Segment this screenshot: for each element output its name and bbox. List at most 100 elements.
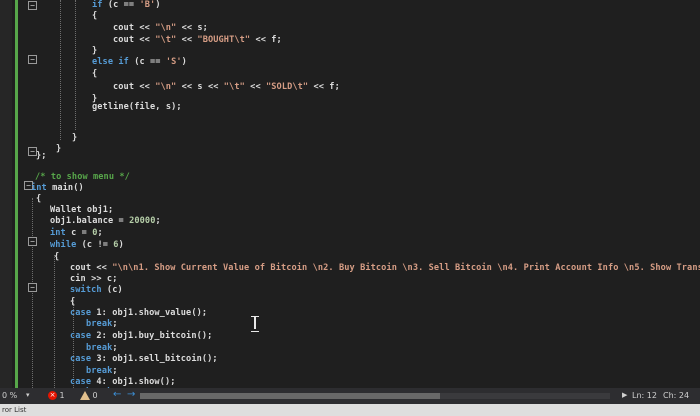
code-token: }: [92, 46, 98, 56]
code-token: (c ==: [102, 0, 140, 10]
error-circle-icon: ×: [48, 391, 57, 400]
zoom-level[interactable]: 0 %: [2, 391, 17, 400]
error-count: 1: [59, 391, 65, 400]
code-token: "\n": [155, 23, 177, 33]
code-token: 20000: [129, 216, 156, 226]
code-token: 4: obj1.show();: [91, 377, 176, 387]
code-line[interactable]: };: [36, 151, 47, 161]
zoom-dropdown-icon[interactable]: ▾: [26, 391, 30, 399]
code-line[interactable]: getline(file, s);: [92, 102, 182, 112]
code-line[interactable]: {: [70, 297, 75, 307]
code-editor[interactable]: − − − − − − if (c == 'B'){cout << "\n" <…: [0, 0, 700, 388]
fold-collapse-icon[interactable]: −: [28, 283, 37, 292]
code-token: << s <<: [176, 82, 224, 92]
code-line[interactable]: obj1.balance = 20000;: [50, 216, 161, 226]
code-token: c =: [65, 228, 93, 238]
code-token: else if: [92, 57, 129, 67]
code-token: Wallet obj1;: [50, 205, 114, 215]
code-line[interactable]: case 3: obj1.sell_bitcoin();: [70, 354, 218, 364]
status-bar: 0 % ▾ × 1 0 ← → ▶ Ln: 12 Ch: 24: [0, 388, 700, 404]
code-token: case: [70, 354, 92, 364]
code-line[interactable]: if (c == 'B'): [92, 0, 161, 10]
code-token: while: [50, 240, 77, 250]
code-token: main(): [46, 183, 84, 193]
code-line[interactable]: int c = 0;: [50, 228, 103, 238]
code-token: int: [50, 228, 66, 238]
code-token: <<: [244, 82, 266, 92]
code-token: << f;: [308, 82, 340, 92]
code-token: ;: [112, 319, 118, 329]
code-line[interactable]: }: [56, 144, 61, 154]
warning-indicator[interactable]: 0: [80, 391, 98, 400]
code-token: (c !=: [76, 240, 114, 250]
code-token: cout <<: [113, 82, 156, 92]
code-token: cout <<: [113, 35, 156, 45]
indent-guide: [60, 0, 61, 140]
code-token: {: [92, 11, 98, 21]
code-line[interactable]: cout << "\t" << "BOUGHT\t" << f;: [113, 35, 282, 45]
code-line[interactable]: cout << "\n\n1. Show Current Value of Bi…: [70, 263, 700, 273]
code-token: {: [36, 194, 42, 204]
code-token: cout <<: [113, 23, 156, 33]
code-line[interactable]: else if (c == 'S'): [92, 57, 187, 67]
code-line[interactable]: }: [72, 133, 77, 143]
code-line[interactable]: {: [54, 252, 59, 262]
code-line[interactable]: case 2: obj1.buy_bitcoin();: [70, 331, 212, 341]
code-line[interactable]: cout << "\n" << s << "\t" << "SOLD\t" <<…: [113, 82, 340, 92]
editor-margin: [0, 0, 12, 388]
code-line[interactable]: cout << "\n" << s;: [113, 23, 208, 33]
code-token: (c ==: [128, 57, 166, 67]
code-token: {: [70, 297, 76, 307]
navigate-forward-icon[interactable]: →: [127, 389, 135, 400]
scroll-right-icon[interactable]: ▶: [622, 391, 627, 399]
code-token: (c): [101, 285, 123, 295]
code-line[interactable]: /* to show menu */: [35, 172, 130, 182]
code-line[interactable]: break;: [86, 343, 118, 353]
code-token: "\t": [223, 82, 245, 92]
code-token: getline(file, s);: [92, 102, 182, 112]
code-line[interactable]: {: [92, 69, 97, 79]
indent-guide: [54, 255, 55, 388]
code-line[interactable]: {: [92, 11, 97, 21]
error-indicator[interactable]: × 1: [48, 391, 65, 400]
horizontal-scrollbar[interactable]: [140, 393, 610, 399]
scrollbar-thumb[interactable]: [140, 393, 440, 399]
code-token: }: [72, 133, 78, 143]
change-tracking-bar: [15, 0, 18, 388]
navigate-back-icon[interactable]: ←: [113, 389, 121, 400]
code-line[interactable]: cin >> c;: [70, 274, 117, 284]
code-token: 'S': [165, 57, 182, 67]
warning-count: 0: [92, 391, 98, 400]
fold-collapse-icon[interactable]: −: [28, 55, 37, 64]
code-line[interactable]: switch (c): [70, 285, 123, 295]
code-token: << s;: [176, 23, 208, 33]
code-token: {: [92, 69, 98, 79]
error-list-tab[interactable]: ror List: [0, 404, 700, 416]
code-line[interactable]: while (c != 6): [50, 240, 124, 250]
indent-guide: [75, 0, 76, 130]
code-line[interactable]: case 1: obj1.show_value();: [70, 308, 207, 318]
code-line[interactable]: int main(): [31, 183, 84, 193]
code-token: };: [36, 151, 47, 161]
code-token: case: [70, 308, 92, 318]
code-token: "\t": [155, 35, 177, 45]
line-indicator: Ln: 12: [632, 391, 657, 400]
code-token: cin >> c;: [70, 274, 118, 284]
code-token: ): [181, 57, 187, 67]
indent-guide: [32, 198, 33, 388]
code-token: ;: [97, 228, 103, 238]
fold-collapse-icon[interactable]: −: [28, 1, 37, 10]
code-token: ): [155, 0, 161, 10]
code-line[interactable]: break;: [86, 366, 118, 376]
code-line[interactable]: case 4: obj1.show();: [70, 377, 176, 387]
code-line[interactable]: break;: [86, 319, 118, 329]
code-token: <<: [176, 35, 198, 45]
code-token: switch: [70, 285, 102, 295]
code-token: break: [86, 319, 113, 329]
fold-collapse-icon[interactable]: −: [28, 237, 37, 246]
code-line[interactable]: }: [92, 46, 97, 56]
column-indicator: Ch: 24: [663, 391, 690, 400]
code-line[interactable]: {: [36, 194, 41, 204]
code-token: case: [70, 331, 92, 341]
code-line[interactable]: Wallet obj1;: [50, 205, 113, 215]
